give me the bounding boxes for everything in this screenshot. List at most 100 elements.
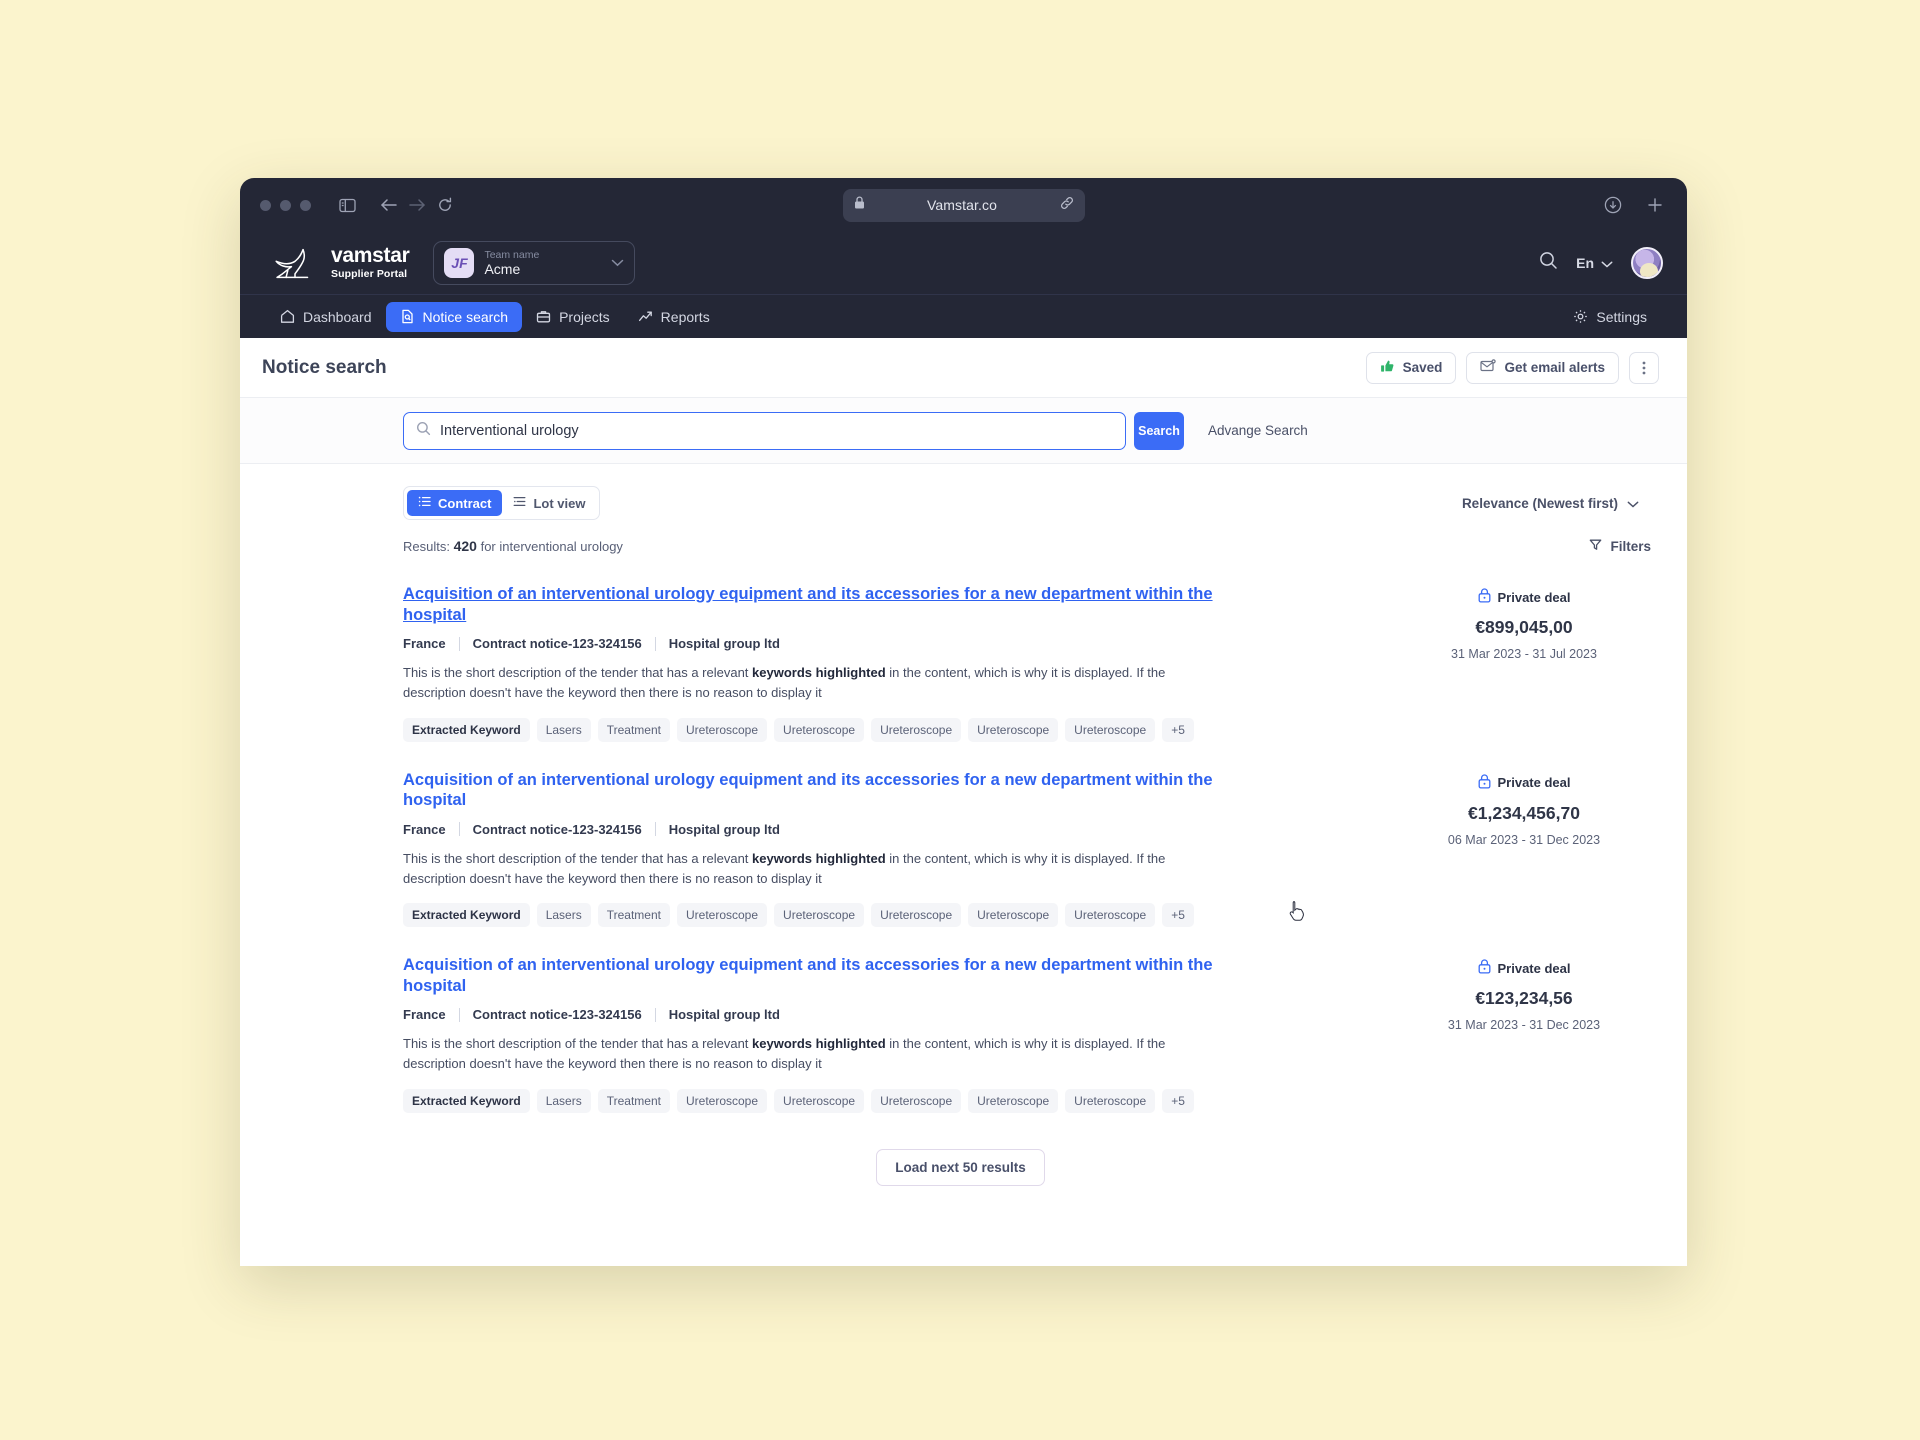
browser-window: Vamstar.co vamstar Supplier Portal JF Te… xyxy=(240,178,1687,1266)
results-prefix: Results: xyxy=(403,539,450,554)
keyword-tag[interactable]: Lasers xyxy=(536,1088,591,1113)
forward-arrow-icon[interactable] xyxy=(403,191,431,219)
keyword-tag[interactable]: Ureteroscope xyxy=(871,717,962,742)
results-number: 420 xyxy=(453,538,477,554)
nav-item-reports[interactable]: Reports xyxy=(624,302,724,332)
results-area: Contract Lot view Relevance (Newest firs… xyxy=(240,464,1687,1186)
team-value: Acme xyxy=(484,260,521,277)
private-deal-label: Private deal xyxy=(1497,960,1571,976)
view-controls-row: Contract Lot view Relevance (Newest firs… xyxy=(262,464,1659,520)
toggle-lot-label: Lot view xyxy=(533,495,586,511)
result-buyer: Hospital group ltd xyxy=(668,636,780,652)
back-arrow-icon[interactable] xyxy=(375,191,403,219)
nav-item-notice-search[interactable]: Notice search xyxy=(385,301,523,332)
download-icon[interactable] xyxy=(1599,191,1627,219)
more-options-button[interactable] xyxy=(1629,351,1659,384)
sidebar-toggle-icon[interactable] xyxy=(333,191,361,219)
advance-search-link[interactable]: Advange Search xyxy=(1208,423,1308,438)
keyword-tag[interactable]: Ureteroscope xyxy=(1065,717,1156,742)
keyword-tag-row: Extracted Keyword Lasers Treatment Ureteros… xyxy=(403,903,1221,928)
result-buyer: Hospital group ltd xyxy=(668,821,780,837)
nav-item-settings[interactable]: Settings xyxy=(1559,302,1661,332)
nav-item-dashboard[interactable]: Dashboard xyxy=(266,302,386,332)
filters-button[interactable]: Filters xyxy=(1589,538,1651,554)
keyword-tag-more[interactable]: +5 xyxy=(1162,903,1194,928)
result-price: €1,234,456,70 xyxy=(1468,802,1580,823)
language-selector[interactable]: En xyxy=(1576,255,1613,271)
result-card[interactable]: Acquisition of an interventional urology… xyxy=(262,937,1659,1123)
toggle-lot-view[interactable]: Lot view xyxy=(502,490,596,516)
keyword-tag[interactable]: Ureteroscope xyxy=(871,1088,962,1113)
document-search-icon xyxy=(400,309,415,324)
keyword-tag[interactable]: Ureteroscope xyxy=(774,717,865,742)
keyword-tag[interactable]: Ureteroscope xyxy=(968,717,1059,742)
result-meta: France Contract notice-123-324156 Hospital… xyxy=(403,636,1221,651)
search-field[interactable] xyxy=(403,411,1126,450)
search-button[interactable]: Search xyxy=(1134,411,1184,450)
toggle-contract-view[interactable]: Contract xyxy=(407,490,503,516)
keyword-tag[interactable]: Treatment xyxy=(597,1088,670,1113)
maximize-window-button[interactable] xyxy=(300,199,311,211)
reload-icon[interactable] xyxy=(431,191,459,219)
minimize-window-button[interactable] xyxy=(280,199,291,211)
close-window-button[interactable] xyxy=(260,199,271,211)
result-title-link[interactable]: Acquisition of an interventional urology… xyxy=(403,584,1215,625)
results-meta-row: Results: 420 for interventional urology … xyxy=(262,520,1659,554)
keyword-tag[interactable]: Treatment xyxy=(597,903,670,928)
window-traffic-lights[interactable] xyxy=(260,199,311,211)
avatar[interactable] xyxy=(1631,247,1663,279)
result-card[interactable]: Acquisition of an interventional urology… xyxy=(262,566,1659,752)
keyword-tag[interactable]: Ureteroscope xyxy=(1065,1088,1156,1113)
keyword-tag[interactable]: Ureteroscope xyxy=(676,1088,768,1113)
keyword-tag[interactable]: Ureteroscope xyxy=(871,903,962,928)
nav-label: Projects xyxy=(559,308,610,325)
alerts-label: Get email alerts xyxy=(1504,360,1605,375)
result-side-panel: Private deal €1,234,456,70 06 Mar 2023 - 3… xyxy=(1389,770,1659,928)
toggle-contract-label: Contract xyxy=(438,495,492,511)
keyword-tag[interactable]: Ureteroscope xyxy=(676,717,768,742)
keyword-tag[interactable]: Ureteroscope xyxy=(774,903,865,928)
result-list: Acquisition of an interventional urology… xyxy=(262,554,1659,1123)
keyword-tag[interactable]: Extracted Keyword xyxy=(403,1088,530,1113)
keyword-tag[interactable]: Extracted Keyword xyxy=(403,903,530,928)
keyword-tag[interactable]: Ureteroscope xyxy=(774,1088,865,1113)
result-title-link[interactable]: Acquisition of an interventional urology… xyxy=(403,770,1215,811)
result-date-range: 31 Mar 2023 - 31 Jul 2023 xyxy=(1451,647,1597,661)
url-text: Vamstar.co xyxy=(927,197,997,213)
brand-logo[interactable]: vamstar Supplier Portal xyxy=(268,245,410,282)
result-description: This is the short description of the ten… xyxy=(403,1034,1215,1074)
search-input[interactable] xyxy=(440,422,1113,439)
load-more-button[interactable]: Load next 50 results xyxy=(876,1148,1045,1186)
keyword-tag[interactable]: Ureteroscope xyxy=(676,903,768,928)
saved-label: Saved xyxy=(1402,360,1443,375)
results-count: Results: 420 for interventional urology xyxy=(403,538,623,554)
team-selector[interactable]: JF Team name Acme xyxy=(433,241,636,285)
nav-item-projects[interactable]: Projects xyxy=(522,302,624,332)
keyword-tag[interactable]: Extracted Keyword xyxy=(403,717,530,742)
language-label: En xyxy=(1576,255,1594,271)
result-card[interactable]: Acquisition of an interventional urology… xyxy=(262,752,1659,938)
keyword-tag[interactable]: Treatment xyxy=(597,717,670,742)
keyword-tag[interactable]: Lasers xyxy=(536,903,591,928)
result-side-panel: Private deal €899,045,00 31 Mar 2023 - 31 … xyxy=(1389,584,1659,742)
nav-label: Notice search xyxy=(422,308,509,325)
sort-dropdown[interactable]: Relevance (Newest first) xyxy=(1462,496,1639,511)
result-title-link[interactable]: Acquisition of an interventional urology… xyxy=(403,955,1215,996)
link-icon[interactable] xyxy=(1060,196,1074,215)
result-side-panel: Private deal €123,234,56 31 Mar 2023 - 31 … xyxy=(1389,955,1659,1113)
new-tab-icon[interactable] xyxy=(1641,191,1669,219)
page-title: Notice search xyxy=(262,356,387,378)
saved-button[interactable]: Saved xyxy=(1365,351,1457,384)
keyword-tag[interactable]: Ureteroscope xyxy=(968,903,1059,928)
result-price: €899,045,00 xyxy=(1475,617,1573,637)
view-toggle-group: Contract Lot view xyxy=(403,486,601,520)
get-email-alerts-button[interactable]: Get email alerts xyxy=(1466,351,1619,384)
result-country: France xyxy=(403,1007,446,1023)
keyword-tag[interactable]: Lasers xyxy=(536,717,591,742)
keyword-tag[interactable]: Ureteroscope xyxy=(968,1088,1059,1113)
keyword-tag[interactable]: Ureteroscope xyxy=(1065,903,1156,928)
url-bar[interactable]: Vamstar.co xyxy=(842,188,1085,222)
keyword-tag-more[interactable]: +5 xyxy=(1162,717,1194,742)
keyword-tag-more[interactable]: +5 xyxy=(1162,1088,1194,1113)
search-icon[interactable] xyxy=(1539,251,1558,275)
